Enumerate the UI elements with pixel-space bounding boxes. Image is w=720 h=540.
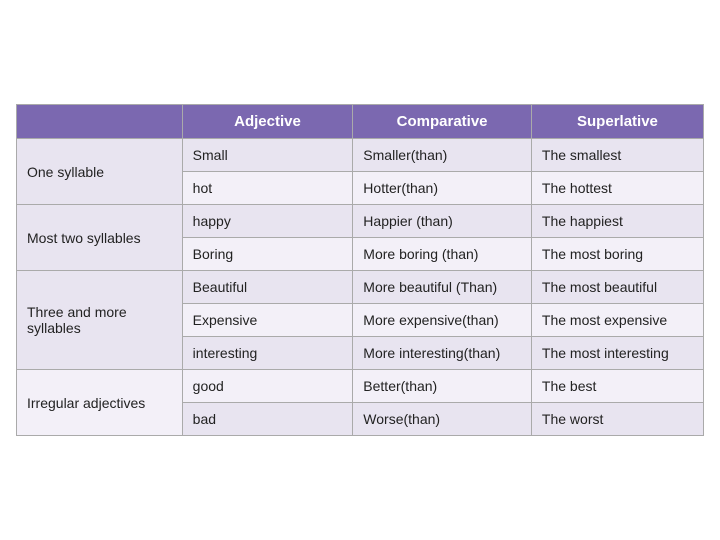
table-row: Most two syllableshappyHappier (than)The… bbox=[17, 205, 704, 238]
comparative-cell: More boring (than) bbox=[353, 238, 532, 271]
superlative-cell: The best bbox=[531, 370, 703, 403]
superlative-cell: The hottest bbox=[531, 172, 703, 205]
adjective-cell: happy bbox=[182, 205, 353, 238]
comparative-cell: More interesting(than) bbox=[353, 337, 532, 370]
superlative-cell: The smallest bbox=[531, 139, 703, 172]
adjective-cell: good bbox=[182, 370, 353, 403]
table-row: Three and more syllablesBeautifulMore be… bbox=[17, 271, 704, 304]
adjective-cell: Beautiful bbox=[182, 271, 353, 304]
table-row: One syllableSmallSmaller(than)The smalle… bbox=[17, 139, 704, 172]
comparative-cell: Better(than) bbox=[353, 370, 532, 403]
adjective-cell: bad bbox=[182, 403, 353, 436]
comparative-cell: More expensive(than) bbox=[353, 304, 532, 337]
header-blank bbox=[17, 105, 183, 139]
superlative-cell: The happiest bbox=[531, 205, 703, 238]
superlative-cell: The most boring bbox=[531, 238, 703, 271]
adjective-cell: Expensive bbox=[182, 304, 353, 337]
category-cell: Most two syllables bbox=[17, 205, 183, 271]
adjective-cell: hot bbox=[182, 172, 353, 205]
header-adjective: Adjective bbox=[182, 105, 353, 139]
superlative-cell: The worst bbox=[531, 403, 703, 436]
comparative-cell: Smaller(than) bbox=[353, 139, 532, 172]
superlative-cell: The most beautiful bbox=[531, 271, 703, 304]
category-cell: One syllable bbox=[17, 139, 183, 205]
category-cell: Three and more syllables bbox=[17, 271, 183, 370]
comparative-cell: More beautiful (Than) bbox=[353, 271, 532, 304]
adjective-cell: Small bbox=[182, 139, 353, 172]
table-row: Irregular adjectivesgoodBetter(than)The … bbox=[17, 370, 704, 403]
adjective-cell: Boring bbox=[182, 238, 353, 271]
header-superlative: Superlative bbox=[531, 105, 703, 139]
adjective-cell: interesting bbox=[182, 337, 353, 370]
category-cell: Irregular adjectives bbox=[17, 370, 183, 436]
comparative-cell: Worse(than) bbox=[353, 403, 532, 436]
header-comparative: Comparative bbox=[353, 105, 532, 139]
superlative-cell: The most expensive bbox=[531, 304, 703, 337]
superlative-cell: The most interesting bbox=[531, 337, 703, 370]
grammar-table: Adjective Comparative Superlative One sy… bbox=[16, 104, 704, 436]
comparative-cell: Hotter(than) bbox=[353, 172, 532, 205]
comparative-cell: Happier (than) bbox=[353, 205, 532, 238]
